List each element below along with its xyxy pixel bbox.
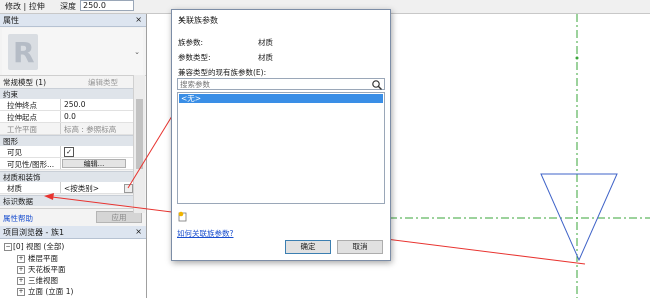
search-input[interactable] [178, 79, 372, 89]
search-icon[interactable] [371, 79, 382, 90]
param-type-label: 参数类型: [178, 53, 211, 62]
ok-button[interactable]: 确定 [285, 240, 331, 254]
reference-point [575, 56, 579, 60]
family-param-value: 材质 [258, 38, 273, 47]
annotation-arrowhead [44, 193, 54, 200]
param-type-value: 材质 [258, 53, 273, 62]
associate-family-parameter-dialog: 关联族参数 ✕ 族参数: 材质 参数类型: 材质 兼容类型的现有族参数(E): … [171, 9, 391, 261]
search-box[interactable] [177, 78, 385, 90]
parameter-list[interactable]: <无> [177, 92, 385, 204]
help-link[interactable]: 如何关联族参数? [177, 228, 233, 239]
cancel-button[interactable]: 取消 [337, 240, 383, 254]
compatible-params-label: 兼容类型的现有族参数(E): [178, 68, 267, 77]
dialog-title-bar: 关联族参数 ✕ [172, 10, 390, 29]
list-item-selected[interactable]: <无> [179, 94, 383, 103]
extrusion-triangle [540, 173, 618, 262]
add-parameter-icon[interactable] [178, 211, 188, 222]
family-param-label: 族参数: [178, 38, 204, 47]
close-icon[interactable]: ✕ [178, 15, 384, 24]
